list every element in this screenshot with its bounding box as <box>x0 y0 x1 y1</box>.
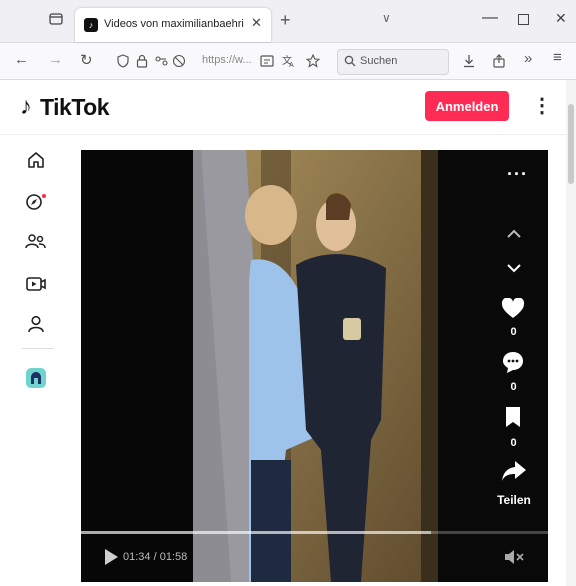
shield-icon[interactable] <box>116 54 130 68</box>
video-progress-fill <box>81 531 432 534</box>
window-close-button[interactable]: ✕ <box>555 10 567 27</box>
tiktok-logo-icon[interactable]: ♪ <box>20 93 32 121</box>
bookmark-icon[interactable] <box>504 406 522 428</box>
bookmark-star-icon[interactable] <box>306 54 320 68</box>
window-minimize-button[interactable]: — <box>482 9 498 27</box>
translate-icon[interactable]: 文A <box>282 54 296 68</box>
search-icon <box>344 55 356 67</box>
autoplay-blocked-icon[interactable] <box>172 54 186 68</box>
following-icon[interactable] <box>24 230 48 254</box>
menu-icon[interactable]: ≡ <box>553 49 562 66</box>
live-icon[interactable] <box>24 272 48 296</box>
more-options-icon[interactable]: ⋮ <box>532 93 552 118</box>
comment-count: 0 <box>510 381 517 393</box>
video-player[interactable]: ··· 0 0 0 Teilen 01:34 / 01:58 <box>81 150 548 582</box>
like-count: 0 <box>510 326 517 338</box>
browser-tab-active[interactable]: ♪ Videos von maximilianbaehring ✕ <box>75 8 271 42</box>
video-action-bar: ··· 0 0 0 Teilen <box>491 150 541 582</box>
url-bar[interactable]: https://w... 文A <box>110 49 328 73</box>
new-tab-button[interactable]: + <box>280 10 291 31</box>
play-icon[interactable] <box>103 548 119 566</box>
heart-icon[interactable] <box>501 298 525 320</box>
forward-icon[interactable]: → <box>48 51 63 68</box>
tab-close-button[interactable]: ✕ <box>251 15 262 31</box>
share-icon[interactable] <box>492 54 506 68</box>
scrollbar-thumb[interactable] <box>568 104 574 184</box>
tab-list-button[interactable]: ∨ <box>382 11 391 25</box>
tiktok-logo-text[interactable]: TikTok <box>40 94 110 121</box>
comment-icon[interactable] <box>501 350 525 374</box>
video-options-icon[interactable]: ··· <box>507 164 528 185</box>
mute-icon[interactable] <box>503 548 525 566</box>
share-arrow-icon[interactable] <box>501 460 527 482</box>
window-maximize-button[interactable] <box>518 14 529 25</box>
save-count: 0 <box>510 437 517 449</box>
permissions-icon[interactable] <box>154 54 170 68</box>
lock-icon[interactable] <box>136 54 148 68</box>
tiktok-favicon-icon: ♪ <box>84 18 98 32</box>
chevron-up-icon[interactable] <box>506 228 522 240</box>
share-label[interactable]: Teilen <box>489 493 539 507</box>
search-input[interactable]: Suchen <box>337 49 449 75</box>
home-icon[interactable] <box>24 148 48 172</box>
back-icon[interactable]: ← <box>14 51 29 68</box>
explore-icon[interactable] <box>24 190 48 214</box>
search-placeholder: Suchen <box>360 55 398 67</box>
chevron-down-icon[interactable] <box>506 262 522 274</box>
profile-icon[interactable] <box>24 312 48 336</box>
overflow-icon[interactable]: » <box>524 50 532 67</box>
tiktok-header: ♪ TikTok Anmelden ⋮ <box>0 80 566 135</box>
download-icon[interactable] <box>462 54 476 68</box>
reload-icon[interactable]: ↻ <box>80 51 93 69</box>
browser-nav-bar: ← → ↻ https://w... 文A Suchen » ≡ <box>0 43 576 80</box>
svg-text:A: A <box>289 61 294 68</box>
login-button[interactable]: Anmelden <box>425 91 509 121</box>
video-frame <box>81 150 548 582</box>
video-time: 01:34 / 01:58 <box>123 551 188 563</box>
creator-avatar-icon[interactable] <box>24 366 48 390</box>
sidebar-divider <box>22 348 54 349</box>
reader-icon[interactable] <box>260 54 274 68</box>
browser-tab-strip: ♪ Videos von maximilianbaehring ✕ + ∨ — … <box>0 0 576 43</box>
tabs-icon[interactable] <box>49 12 63 26</box>
tab-title: Videos von maximilianbaehring <box>104 18 244 30</box>
url-text: https://w... <box>202 54 252 66</box>
